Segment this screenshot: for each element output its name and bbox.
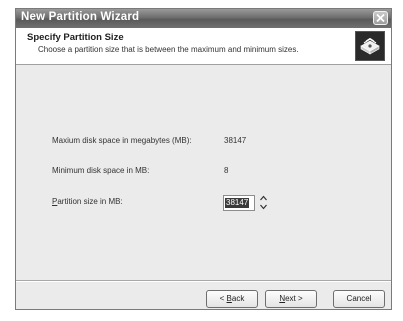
wizard-header: Specify Partition Size Choose a partitio…: [16, 28, 391, 65]
partition-size-label-text: artition size in MB:: [57, 197, 123, 206]
close-button[interactable]: [373, 11, 388, 25]
next-button-label: ext >: [285, 294, 303, 303]
wizard-content: Maxium disk space in megabytes (MB): 381…: [16, 65, 391, 279]
partition-size-value: 38147: [225, 198, 250, 208]
min-size-value: 8: [224, 166, 229, 175]
max-size-value: 38147: [224, 136, 247, 145]
spin-up-icon: [260, 195, 267, 201]
back-button-prefix: <: [219, 294, 227, 303]
partition-size-input[interactable]: 38147: [223, 195, 255, 211]
back-button[interactable]: < Back: [206, 290, 258, 308]
window-title: New Partition Wizard: [21, 11, 140, 23]
header-title: Specify Partition Size: [27, 32, 124, 43]
wizard-window: New Partition Wizard Specify Partition S…: [15, 8, 392, 310]
spin-up-button[interactable]: [258, 194, 269, 202]
max-size-label: Maxium disk space in megabytes (MB):: [52, 136, 192, 145]
disk-drive-icon: [355, 31, 385, 61]
partition-size-label: Partition size in MB:: [52, 197, 123, 206]
close-icon: [376, 14, 385, 22]
back-button-label: ack: [231, 294, 245, 303]
button-separator: [16, 280, 391, 282]
cancel-button[interactable]: Cancel: [333, 290, 385, 308]
spin-down-icon: [260, 204, 267, 210]
spin-down-button[interactable]: [258, 203, 269, 211]
min-size-label: Minimum disk space in MB:: [52, 166, 150, 175]
header-subtitle: Choose a partition size that is between …: [38, 45, 299, 54]
title-bar[interactable]: New Partition Wizard: [16, 9, 391, 28]
next-button[interactable]: Next >: [265, 290, 317, 308]
